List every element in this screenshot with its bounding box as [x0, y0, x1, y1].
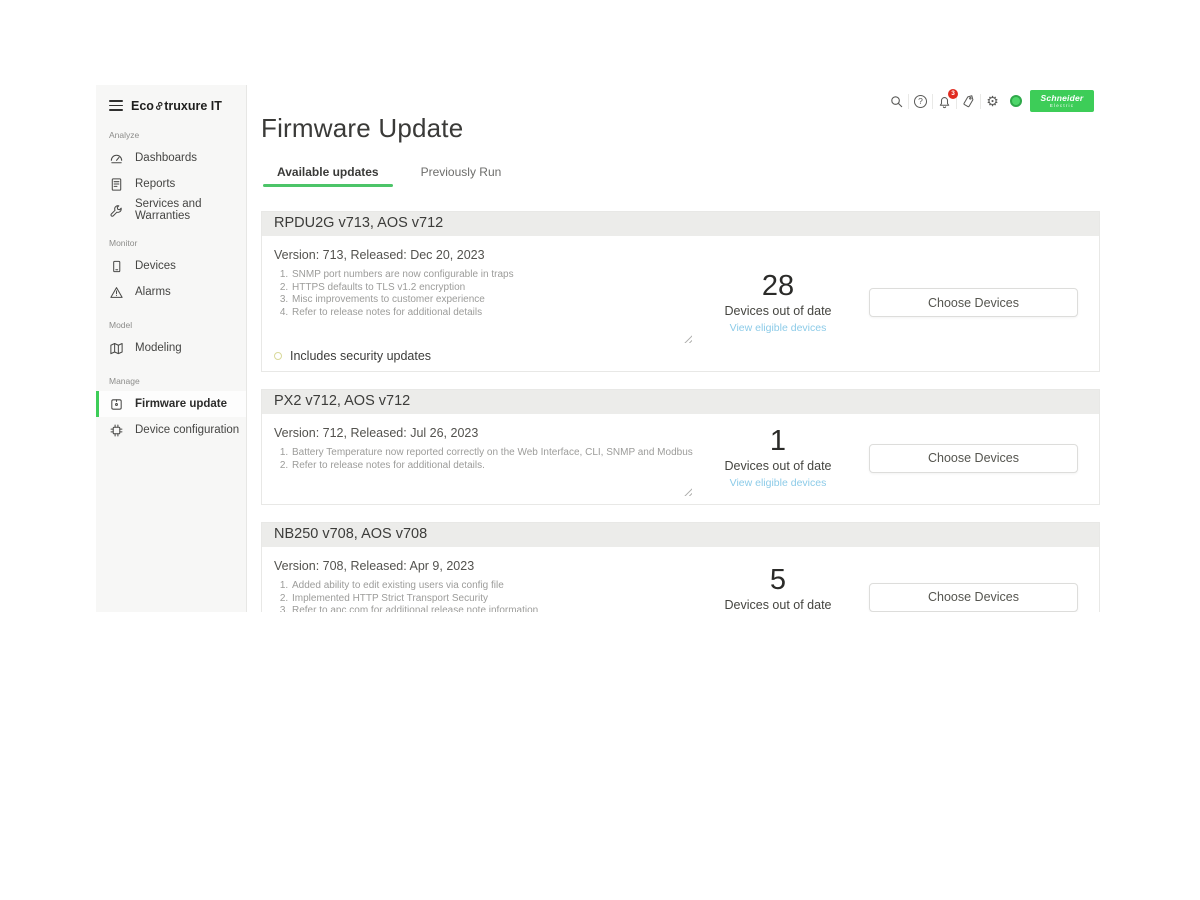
sidebar-item-label: Alarms — [135, 286, 171, 298]
version-line: Version: 708, Released: Apr 9, 2023 — [274, 559, 694, 573]
sidebar-item-device-configuration[interactable]: Device configuration — [96, 417, 246, 443]
nav-section-label-analyze: Analyze — [109, 130, 246, 140]
sidebar: Eco∞truxure IT Analyze Dashboards Reports S… — [96, 85, 247, 612]
sidebar-item-label: Modeling — [135, 342, 182, 354]
card-title: PX2 v712, AOS v712 — [262, 390, 1099, 414]
devices-out-of-date-count: 1 — [694, 425, 862, 457]
version-line: Version: 712, Released: Jul 26, 2023 — [274, 426, 694, 440]
search-icon[interactable] — [888, 93, 905, 110]
devices-summary: 1 Devices out of date View eligible devi… — [694, 425, 862, 491]
security-note: Includes security updates — [274, 349, 694, 363]
firmware-card: PX2 v712, AOS v712 Version: 712, Release… — [261, 389, 1100, 505]
release-note: Refer to release notes for additional de… — [291, 460, 694, 473]
sidebar-item-label: Reports — [135, 178, 175, 190]
brand: Eco∞truxure IT — [96, 85, 246, 115]
sidebar-item-modeling[interactable]: Modeling — [96, 335, 246, 361]
tag-icon[interactable] — [960, 93, 977, 110]
release-note: Implemented HTTP Strict Transport Securi… — [291, 593, 694, 606]
resize-handle-icon[interactable] — [684, 335, 692, 343]
sidebar-item-label: Device configuration — [135, 424, 239, 436]
release-note: Added ability to edit existing users via… — [291, 580, 694, 593]
main-panel: ? 3 ⚙ Schneider Electric Firmware Update — [247, 85, 1104, 612]
release-note: Battery Temperature now reported correct… — [291, 447, 694, 460]
nav-section-label-monitor: Monitor — [109, 238, 246, 248]
release-note: SNMP port numbers are now configurable i… — [291, 269, 694, 282]
modeling-icon — [109, 341, 124, 356]
card-title: RPDU2G v713, AOS v712 — [262, 212, 1099, 236]
services-icon — [109, 203, 124, 218]
dashboard-icon — [109, 151, 124, 166]
card-title: NB250 v708, AOS v708 — [262, 523, 1099, 547]
notification-badge: 3 — [948, 89, 958, 99]
user-avatar[interactable] — [1010, 95, 1022, 107]
sidebar-item-services-and-warranties[interactable]: Services and Warranties — [96, 197, 246, 223]
devices-out-of-date-label: Devices out of date — [694, 459, 862, 473]
release-notes-list: Battery Temperature now reported correct… — [274, 447, 694, 472]
sidebar-nav: Analyze Dashboards Reports Services and War… — [96, 130, 246, 443]
choose-devices-button[interactable]: Choose Devices — [869, 444, 1078, 473]
version-line: Version: 713, Released: Dec 20, 2023 — [274, 248, 694, 262]
sidebar-item-label: Firmware update — [135, 398, 227, 410]
sidebar-item-firmware-update[interactable]: Firmware update — [96, 391, 246, 417]
sidebar-item-label: Services and Warranties — [135, 198, 246, 222]
devices-out-of-date-count: 5 — [694, 564, 862, 596]
devices-icon — [109, 259, 124, 274]
firmware-card: RPDU2G v713, AOS v712 Version: 713, Rele… — [261, 211, 1100, 372]
release-note: Misc improvements to customer experience — [291, 294, 694, 307]
choose-devices-button[interactable]: Choose Devices — [869, 288, 1078, 317]
divider — [932, 94, 933, 109]
firmware-card-list: RPDU2G v713, AOS v712 Version: 713, Rele… — [261, 211, 1100, 612]
devices-summary: 5 Devices out of date View eligible devi… — [694, 564, 862, 612]
choose-devices-button[interactable]: Choose Devices — [869, 583, 1078, 612]
release-note: Refer to release notes for additional de… — [291, 307, 694, 320]
release-notes-list: SNMP port numbers are now configurable i… — [274, 269, 694, 319]
divider — [908, 94, 909, 109]
tab-available-updates[interactable]: Available updates — [261, 163, 395, 187]
tabs: Available updates Previously Run — [261, 163, 1104, 187]
topbar: ? 3 ⚙ Schneider Electric — [887, 90, 1094, 112]
firmware-icon — [109, 397, 124, 412]
alarm-icon — [109, 285, 124, 300]
firmware-card: NB250 v708, AOS v708 Version: 708, Relea… — [261, 522, 1100, 612]
view-eligible-devices-link[interactable]: View eligible devices — [730, 477, 827, 489]
app-window: Eco∞truxure IT Analyze Dashboards Reports S… — [96, 85, 1104, 612]
devices-out-of-date-count: 28 — [694, 270, 862, 302]
tab-previously-run[interactable]: Previously Run — [405, 163, 518, 187]
config-icon — [109, 423, 124, 438]
page-title: Firmware Update — [261, 113, 1104, 144]
release-note: HTTPS defaults to TLS v1.2 encryption — [291, 282, 694, 295]
sidebar-item-devices[interactable]: Devices — [96, 253, 246, 279]
sidebar-item-label: Dashboards — [135, 152, 197, 164]
menu-icon[interactable] — [109, 98, 123, 113]
sidebar-item-reports[interactable]: Reports — [96, 171, 246, 197]
nav-section-label-manage: Manage — [109, 376, 246, 386]
release-notes-list: Added ability to edit existing users via… — [274, 580, 694, 612]
report-icon — [109, 177, 124, 192]
devices-out-of-date-label: Devices out of date — [694, 304, 862, 318]
security-dot-icon — [274, 352, 282, 360]
devices-summary: 28 Devices out of date View eligible dev… — [694, 270, 862, 336]
schneider-electric-logo: Schneider Electric — [1030, 90, 1094, 112]
divider — [980, 94, 981, 109]
sidebar-item-label: Devices — [135, 260, 176, 272]
sidebar-item-dashboards[interactable]: Dashboards — [96, 145, 246, 171]
help-icon[interactable]: ? — [912, 93, 929, 110]
brand-logo: Eco∞truxure IT — [131, 98, 222, 113]
resize-handle-icon[interactable] — [684, 488, 692, 496]
devices-out-of-date-label: Devices out of date — [694, 598, 862, 612]
security-note-label: Includes security updates — [290, 349, 431, 363]
settings-gear-icon[interactable]: ⚙ — [984, 93, 1001, 110]
sidebar-item-alarms[interactable]: Alarms — [96, 279, 246, 305]
view-eligible-devices-link[interactable]: View eligible devices — [730, 322, 827, 334]
nav-section-label-model: Model — [109, 320, 246, 330]
notifications-bell-icon[interactable]: 3 — [936, 93, 953, 110]
release-note: Refer to apc.com for additional release … — [291, 605, 694, 612]
